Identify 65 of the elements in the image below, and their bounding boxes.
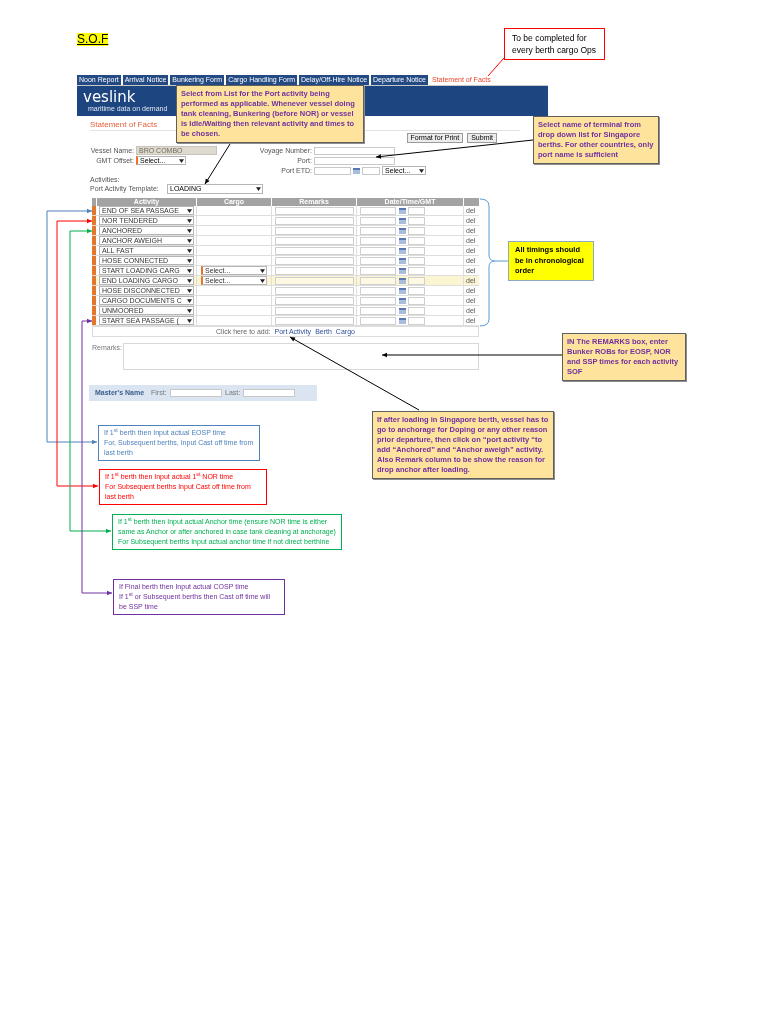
app-logo: veslink [83,89,136,105]
remarks-input[interactable] [275,306,354,315]
remarks-input[interactable] [275,246,354,255]
port-input[interactable] [314,156,395,165]
leader-arrow [204,143,231,185]
time-input[interactable] [408,216,425,225]
calendar-icon[interactable] [399,287,406,294]
date-input[interactable] [360,226,396,235]
voyage-number-input[interactable] [314,146,395,155]
time-input[interactable] [408,266,425,275]
document-title: S.O.F [77,33,109,46]
caret-icon [179,158,184,163]
time-input[interactable] [408,276,425,285]
calendar-icon[interactable] [399,317,406,324]
calendar-icon[interactable] [399,227,406,234]
date-input[interactable] [360,216,396,225]
caret-icon [256,187,261,191]
last-name-input[interactable] [243,389,295,397]
calendar-icon[interactable] [399,207,406,214]
remarks-textarea[interactable] [123,343,479,370]
date-input[interactable] [360,306,396,315]
page-heading: Statement of Facts [90,120,158,130]
date-input[interactable] [360,246,396,255]
remarks-input[interactable] [275,206,354,215]
time-input[interactable] [408,256,425,265]
date-input[interactable] [360,206,396,215]
calendar-icon[interactable] [399,297,406,304]
remarks-input[interactable] [275,296,354,305]
remarks-input[interactable] [275,216,354,225]
remarks-input[interactable] [275,316,354,325]
date-input[interactable] [360,296,396,305]
date-input[interactable] [314,166,351,175]
date-input[interactable] [360,316,396,325]
remarks-input[interactable] [275,276,354,285]
time-input[interactable] [408,206,425,215]
time-input[interactable] [408,236,425,245]
remarks-input[interactable] [275,256,354,265]
time-input[interactable] [408,316,425,325]
time-input[interactable] [362,166,380,175]
calendar-icon[interactable] [353,167,360,174]
time-input[interactable] [408,296,425,305]
remarks-input[interactable] [275,266,354,275]
calendar-icon[interactable] [399,307,406,314]
remarks-input[interactable] [275,226,354,235]
time-input[interactable] [408,306,425,315]
first-name-input[interactable] [170,389,222,397]
date-input[interactable] [360,256,396,265]
time-input[interactable] [408,246,425,255]
calendar-icon[interactable] [399,267,406,274]
calendar-icon[interactable] [399,277,406,284]
remarks-input[interactable] [275,286,354,295]
leader-line [487,57,505,77]
time-input[interactable] [408,286,425,295]
callout-note: To be completed for every berth cargo Ops [504,28,605,60]
date-input[interactable] [360,236,396,245]
date-input[interactable] [360,276,396,285]
calendar-icon[interactable] [399,247,406,254]
date-input[interactable] [360,266,396,275]
remarks-input[interactable] [275,236,354,245]
time-input[interactable] [408,226,425,235]
date-input[interactable] [360,286,396,295]
calendar-icon[interactable] [399,217,406,224]
caret-icon [419,168,424,173]
calendar-icon[interactable] [399,257,406,264]
calendar-icon[interactable] [399,237,406,244]
